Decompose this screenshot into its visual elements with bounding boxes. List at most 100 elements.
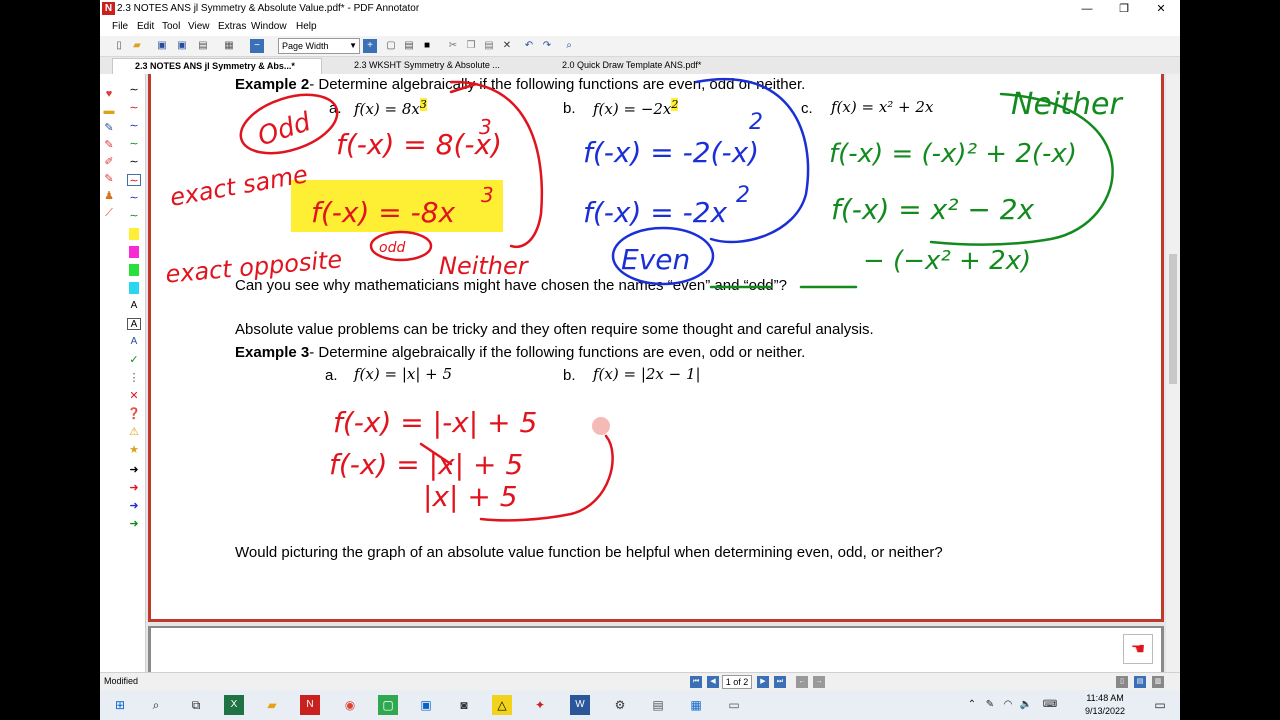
- pen-tray-icon[interactable]: ✎: [980, 695, 1000, 715]
- back-icon[interactable]: ←: [796, 676, 808, 688]
- close-button[interactable]: ✕: [1144, 0, 1178, 19]
- fullscreen-icon[interactable]: ■: [420, 39, 434, 53]
- pen-tool-icon[interactable]: ✎: [102, 122, 116, 134]
- pdf-page-2[interactable]: ☚: [148, 626, 1164, 672]
- page-indicator[interactable]: 1 of 2: [722, 675, 752, 689]
- vertical-scrollbar[interactable]: [1166, 74, 1180, 672]
- taskbar-app-icon[interactable]: ▤: [648, 695, 668, 715]
- text-tool-icon[interactable]: A: [127, 300, 141, 312]
- two-page-icon[interactable]: ▤: [402, 39, 416, 53]
- delete-icon[interactable]: ✕: [500, 39, 514, 53]
- word-icon[interactable]: W: [570, 695, 590, 715]
- tab-worksheet[interactable]: 2.3 WKSHT Symmetry & Absolute ...: [332, 58, 547, 74]
- stamp-tool-icon[interactable]: ♟: [102, 190, 116, 202]
- prev-page-icon[interactable]: ◀: [707, 676, 719, 688]
- pen-black-icon[interactable]: ∼: [127, 84, 141, 96]
- eraser-tool-icon[interactable]: ✐: [102, 156, 116, 168]
- dots-stamp-icon[interactable]: ⋮: [127, 372, 141, 384]
- pen-red-icon[interactable]: ∼: [127, 102, 141, 114]
- bookmark-icon[interactable]: ▬: [102, 105, 116, 117]
- new-icon[interactable]: ▯: [112, 39, 126, 53]
- notifications-icon[interactable]: ▭: [1150, 695, 1170, 715]
- print-icon[interactable]: ▤: [196, 39, 210, 53]
- document-area[interactable]: Example 2- Determine algebraically if th…: [146, 74, 1166, 672]
- highlighter-cyan-icon[interactable]: [129, 282, 139, 294]
- zoom-in-icon[interactable]: +: [363, 39, 377, 53]
- geometry-app-icon[interactable]: △: [492, 695, 512, 715]
- question-stamp-icon[interactable]: ❓: [127, 408, 141, 420]
- warning-stamp-icon[interactable]: ⚠: [127, 426, 141, 438]
- page-setup-icon[interactable]: ▦: [222, 39, 236, 53]
- arrow-blue-icon[interactable]: ➜: [127, 500, 141, 512]
- last-page-icon[interactable]: ⏭: [774, 676, 786, 688]
- menu-view[interactable]: View: [188, 21, 210, 32]
- zoom-select[interactable]: Page Width ▼: [278, 38, 360, 54]
- pdf-page-1[interactable]: Example 2- Determine algebraically if th…: [148, 74, 1164, 622]
- highlighter-tool-icon[interactable]: ✎: [102, 139, 116, 151]
- chrome-icon[interactable]: ◉: [340, 695, 360, 715]
- printer-app-icon[interactable]: ▦: [686, 695, 706, 715]
- minimize-button[interactable]: —: [1070, 0, 1104, 19]
- green-app-icon[interactable]: ▢: [378, 695, 398, 715]
- pen-green-2-icon[interactable]: ∼: [127, 210, 141, 222]
- volume-icon[interactable]: 🔈: [1016, 695, 1036, 715]
- acrobat-icon[interactable]: ✦: [530, 695, 550, 715]
- menu-tool[interactable]: Tool: [162, 21, 180, 32]
- file-explorer-icon[interactable]: ▰: [262, 695, 282, 715]
- undo-icon[interactable]: ↶: [522, 39, 536, 53]
- text-blue-tool-icon[interactable]: A: [127, 336, 141, 348]
- pdf-annotator-icon[interactable]: N: [300, 695, 320, 715]
- forward-icon[interactable]: →: [813, 676, 825, 688]
- menu-file[interactable]: File: [112, 21, 128, 32]
- pen-green-icon[interactable]: ∼: [127, 138, 141, 150]
- pen-blue-icon[interactable]: ∼: [127, 120, 141, 132]
- highlighter-pink-icon[interactable]: [129, 246, 139, 258]
- wifi-icon[interactable]: ◠: [998, 695, 1018, 715]
- pen-black-2-icon[interactable]: ∼: [127, 156, 141, 168]
- tray-chevron-icon[interactable]: ⌃: [962, 695, 982, 715]
- menu-window[interactable]: Window: [251, 21, 287, 32]
- remote-desktop-icon[interactable]: ▣: [416, 695, 436, 715]
- textbox-tool-icon[interactable]: A: [127, 318, 141, 330]
- settings-gear-icon[interactable]: ⚙: [610, 695, 630, 715]
- scrollbar-thumb[interactable]: [1169, 254, 1177, 384]
- single-page-view-icon[interactable]: ▯: [1116, 676, 1128, 688]
- tab-quick-draw[interactable]: 2.0 Quick Draw Template ANS.pdf*: [540, 58, 755, 74]
- continuous-view-icon[interactable]: ▤: [1134, 676, 1146, 688]
- save-as-icon[interactable]: ▣: [175, 39, 189, 53]
- favorites-heart-icon[interactable]: ♥: [102, 88, 116, 100]
- highlighter-green-icon[interactable]: [129, 264, 139, 276]
- menu-help[interactable]: Help: [296, 21, 317, 32]
- task-view-icon[interactable]: ⧉: [186, 695, 206, 715]
- open-icon[interactable]: ▰: [130, 39, 144, 53]
- menu-extras[interactable]: Extras: [218, 21, 246, 32]
- taskbar-clock[interactable]: 11:48 AM 9/13/2022: [1085, 692, 1125, 718]
- excel-icon[interactable]: X: [224, 695, 244, 715]
- star-stamp-icon[interactable]: ★: [127, 444, 141, 456]
- hand-tool-icon[interactable]: ☚: [1123, 634, 1153, 664]
- keyboard-icon[interactable]: ⌨: [1040, 695, 1060, 715]
- restore-button[interactable]: ❐: [1107, 0, 1141, 19]
- pen-red-selected-icon[interactable]: ∼: [127, 174, 141, 187]
- line-tool-icon[interactable]: ⟋: [102, 207, 116, 219]
- two-page-view-icon[interactable]: ▥: [1152, 676, 1164, 688]
- windows-start-icon[interactable]: ⊞: [110, 695, 130, 715]
- first-page-icon[interactable]: ⏮: [690, 676, 702, 688]
- arrow-black-icon[interactable]: ➜: [127, 464, 141, 476]
- screen-capture-icon[interactable]: ▭: [724, 695, 744, 715]
- save-icon[interactable]: ▣: [155, 39, 169, 53]
- arrow-red-icon[interactable]: ➜: [127, 482, 141, 494]
- find-icon[interactable]: ⌕: [562, 39, 576, 53]
- paste-icon[interactable]: ▤: [482, 39, 496, 53]
- arrow-green-icon[interactable]: ➜: [127, 518, 141, 530]
- redo-icon[interactable]: ↷: [540, 39, 554, 53]
- zoom-out-icon[interactable]: −: [250, 39, 264, 53]
- single-page-icon[interactable]: ▢: [384, 39, 398, 53]
- highlighter-yellow-icon[interactable]: [129, 228, 139, 240]
- menu-edit[interactable]: Edit: [137, 21, 154, 32]
- search-icon[interactable]: ⌕: [146, 695, 166, 715]
- marker-tool-icon[interactable]: ✎: [102, 173, 116, 185]
- tab-notes[interactable]: 2.3 NOTES ANS jl Symmetry & Abs...*: [112, 58, 322, 74]
- pen-blue-2-icon[interactable]: ∼: [127, 192, 141, 204]
- cut-icon[interactable]: ✂: [446, 39, 460, 53]
